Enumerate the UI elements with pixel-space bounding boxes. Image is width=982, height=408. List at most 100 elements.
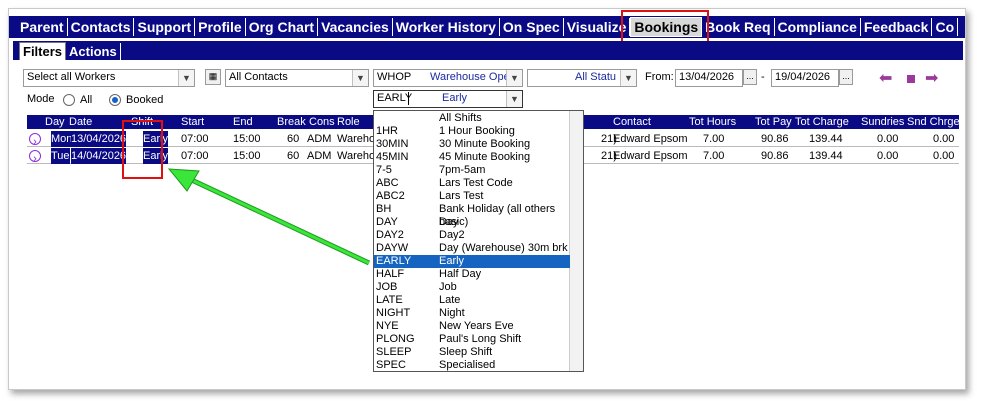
tab-profile[interactable]: Profile [195, 18, 246, 36]
col-snd-chrge[interactable]: Snd Chrge [907, 115, 960, 129]
tab-parent[interactable]: Parent [17, 18, 68, 36]
shift-option[interactable]: DAYW Day (Warehouse) 30m brk [374, 242, 570, 255]
col-tot-charge[interactable]: Tot Charge [795, 115, 849, 129]
shift-option-name: Early [439, 255, 465, 267]
row-tot-charge: 139.44 [809, 150, 843, 162]
tab-feedback[interactable]: Feedback [861, 18, 933, 36]
tab-on-spec[interactable]: On Spec [500, 18, 564, 36]
shift-option[interactable]: All Shifts [374, 112, 570, 125]
shift-option-code: HALF [376, 268, 405, 280]
shift-option-name: All Shifts [439, 112, 482, 124]
contacts-select-value: All Contacts [229, 71, 288, 83]
row-expand-icon[interactable]: › [29, 133, 41, 148]
chevron-down-icon: ▼ [620, 70, 636, 86]
col-role[interactable]: Role [337, 115, 360, 129]
shift-name: Early [442, 92, 468, 104]
arrow-left-icon[interactable]: ⬅ [879, 68, 892, 88]
calendar-grid-icon[interactable]: ▦ [205, 69, 221, 85]
shift-option[interactable]: LATE Late [374, 294, 570, 307]
shift-option[interactable]: 7-5 7pm-5am [374, 164, 570, 177]
to-date-picker-button[interactable]: ... [839, 69, 853, 85]
shift-option[interactable]: BH Bank Holiday (all others basic) [374, 203, 570, 228]
arrow-right-icon[interactable]: ➡ [925, 68, 938, 88]
col-contact[interactable]: Contact [613, 115, 651, 129]
shift-select[interactable]: EARLY Early ▼ [373, 90, 523, 108]
shift-option-code: SLEEP [376, 346, 412, 358]
status-select-value: All Statu [575, 71, 616, 83]
tab-book-req[interactable]: Book Req [702, 18, 775, 36]
col-date[interactable]: Date [69, 115, 92, 129]
shift-option-name: Paul's Long Shift [439, 333, 522, 345]
shift-option-code: NYE [376, 320, 399, 332]
col-tot-pay[interactable]: Tot Pay [755, 115, 792, 129]
shift-option-name: Lars Test [439, 190, 484, 202]
shift-option[interactable]: DAY Day [374, 216, 570, 229]
shift-option[interactable]: SPEC Specialised [374, 359, 570, 371]
mode-label: Mode [27, 93, 55, 105]
status-select[interactable]: All Statu ▼ [527, 69, 637, 87]
from-label: From: [645, 71, 674, 83]
contacts-select[interactable]: All Contacts ▼ [225, 69, 369, 87]
shift-option-code: DAYW [376, 242, 409, 254]
tab-contacts[interactable]: Contacts [68, 18, 135, 36]
tab-org-chart[interactable]: Org Chart [246, 18, 319, 36]
shift-option[interactable]: 45MIN 45 Minute Booking [374, 151, 570, 164]
scrollbar[interactable] [569, 111, 583, 371]
tab-support[interactable]: Support [134, 18, 196, 36]
site-select[interactable]: WHOP Warehouse Ope ▼ [373, 69, 523, 87]
shift-option[interactable]: ABC Lars Test Code [374, 177, 570, 190]
col-break[interactable]: Break [277, 115, 306, 129]
col-sundries[interactable]: Sundries [861, 115, 904, 129]
col-end[interactable]: End [233, 115, 253, 129]
shift-option-name: Half Day [439, 268, 482, 280]
to-date-field[interactable]: 19/04/2026 [771, 69, 839, 87]
row-break: 60 [287, 150, 300, 162]
shift-option[interactable]: NYE New Years Eve [374, 320, 570, 333]
col-day[interactable]: Day [45, 115, 65, 129]
row-cons: ADM [307, 133, 332, 145]
row-contact: Edward Epsom [613, 150, 688, 162]
shift-option[interactable]: PLONG Paul's Long Shift [374, 333, 570, 346]
mode-booked-radio[interactable] [109, 94, 121, 106]
shift-option-name: Late [439, 294, 461, 306]
row-tot-pay: 90.86 [761, 133, 789, 145]
row-end: 15:00 [233, 150, 261, 162]
shift-option-code: 45MIN [376, 151, 409, 163]
from-date-field[interactable]: 13/04/2026 [675, 69, 743, 87]
col-start[interactable]: Start [181, 115, 204, 129]
shift-option[interactable]: 30MIN 30 Minute Booking [374, 138, 570, 151]
row-role: Wareho [337, 150, 376, 162]
to-date-value: 19/04/2026 [775, 71, 831, 83]
row-tot-charge: 139.44 [809, 133, 843, 145]
shift-option-code: 7-5 [376, 164, 392, 176]
shift-option[interactable]: ABC2 Lars Test [374, 190, 570, 203]
tab-vacancies[interactable]: Vacancies [318, 18, 393, 36]
shift-option-code: NIGHT [376, 307, 411, 319]
stop-square-icon[interactable] [907, 75, 915, 83]
shift-option[interactable]: 1HR 1 Hour Booking [374, 125, 570, 138]
tab-actions[interactable]: Actions [66, 43, 121, 60]
mode-booked-label: Booked [126, 94, 164, 106]
shift-option[interactable]: JOB Job [374, 281, 570, 294]
shift-option[interactable]: EARLY Early [374, 255, 570, 268]
shift-option[interactable]: NIGHT Night [374, 307, 570, 320]
col-tot-hours[interactable]: Tot Hours [689, 115, 736, 129]
shift-option-name: Day2 [439, 229, 465, 241]
bookings-tab-highlight [621, 10, 709, 44]
tab-filters[interactable]: Filters [19, 42, 67, 60]
workers-select[interactable]: Select all Workers ▼ [23, 69, 195, 87]
tab-worker-history[interactable]: Worker History [393, 18, 500, 36]
shift-caret [408, 92, 409, 105]
col-cons[interactable]: Cons [309, 115, 335, 129]
row-expand-icon[interactable]: › [29, 150, 41, 165]
shift-option[interactable]: SLEEP Sleep Shift [374, 346, 570, 359]
mode-all-radio[interactable] [63, 94, 75, 106]
shift-code: EARLY [377, 92, 413, 104]
shift-option[interactable]: HALF Half Day [374, 268, 570, 281]
shift-option-code: DAY [376, 216, 398, 228]
tab-compliance[interactable]: Compliance [775, 18, 861, 36]
shift-option[interactable]: DAY2 Day2 [374, 229, 570, 242]
from-date-picker-button[interactable]: ... [743, 69, 757, 85]
tab-co[interactable]: Co [932, 18, 959, 36]
row-contact: Edward Epsom [613, 133, 688, 145]
